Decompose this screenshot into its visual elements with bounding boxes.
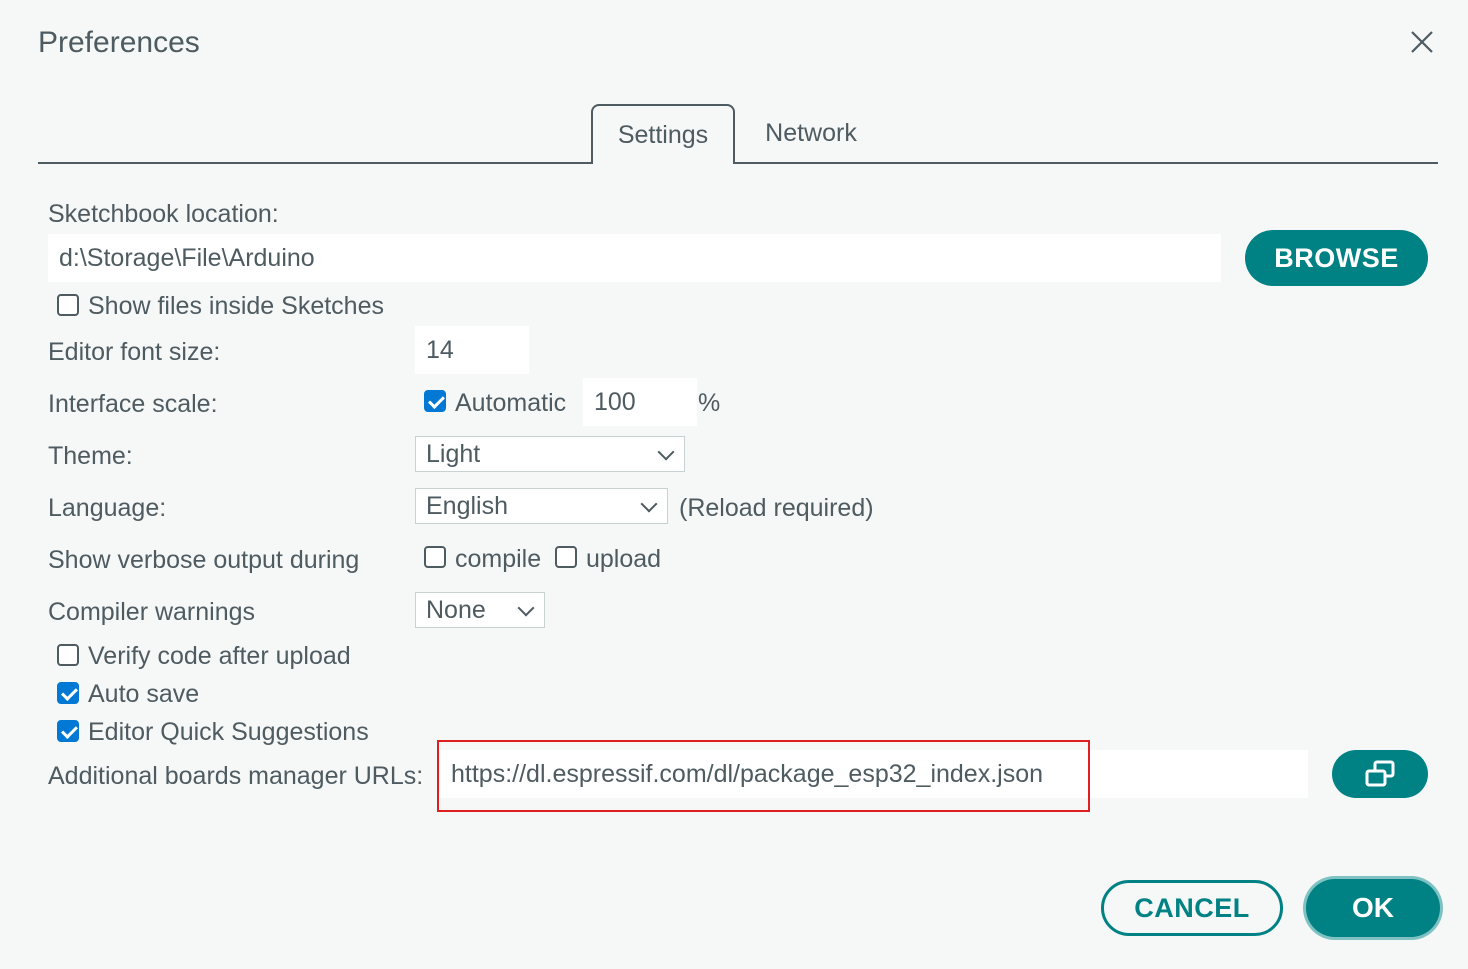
verbose-compile-label: compile [455,545,542,573]
dialog-title: Preferences [38,26,200,59]
tab-network[interactable]: Network [736,104,886,162]
verbose-upload-label: upload [586,545,662,573]
automatic-scale-checkbox[interactable] [424,390,446,412]
tab-divider-left [38,162,593,164]
browse-button[interactable]: BROWSE [1245,230,1428,286]
sketchbook-location-label: Sketchbook location: [48,200,279,228]
interface-scale-label: Interface scale: [48,390,218,418]
theme-select[interactable]: Light [415,436,685,472]
automatic-scale-label: Automatic [455,389,567,417]
verify-code-checkbox[interactable] [57,644,79,666]
compiler-warnings-select[interactable]: None [415,592,545,628]
boards-urls-label: Additional boards manager URLs: [48,762,424,790]
ok-button[interactable]: OK [1306,879,1440,937]
verbose-compile-checkbox[interactable] [424,546,446,568]
reload-required-note: (Reload required) [679,494,874,522]
percent-unit: % [698,389,721,417]
auto-save-label: Auto save [88,680,200,708]
language-select-value: English [426,491,508,520]
quick-suggestions-checkbox[interactable] [57,720,79,742]
language-label: Language: [48,494,167,522]
compiler-warnings-select-value: None [426,595,486,624]
tab-settings[interactable]: Settings [591,104,735,164]
chevron-down-icon [517,599,535,617]
language-select[interactable]: English [415,488,668,524]
show-files-checkbox[interactable] [57,294,79,316]
theme-select-value: Light [426,439,481,468]
font-size-label: Editor font size: [48,338,221,366]
auto-save-checkbox[interactable] [57,682,79,704]
close-icon[interactable] [1406,26,1438,58]
interface-scale-input[interactable]: 100 [583,378,697,426]
edit-urls-button[interactable] [1332,750,1428,798]
open-window-icon [1365,760,1395,787]
verbose-output-label: Show verbose output during [48,546,360,574]
sketchbook-location-input[interactable]: d:\Storage\File\Arduino [48,234,1221,282]
verify-code-label: Verify code after upload [88,642,351,670]
highlight-box [437,740,1090,812]
chevron-down-icon [657,443,675,461]
theme-label: Theme: [48,442,133,470]
verbose-upload-checkbox[interactable] [555,546,577,568]
quick-suggestions-label: Editor Quick Suggestions [88,718,369,746]
font-size-input[interactable]: 14 [415,326,529,374]
show-files-label: Show files inside Sketches [88,292,384,320]
tab-divider-right [733,162,1438,164]
chevron-down-icon [640,495,658,513]
cancel-button[interactable]: CANCEL [1101,880,1283,936]
compiler-warnings-label: Compiler warnings [48,598,256,626]
